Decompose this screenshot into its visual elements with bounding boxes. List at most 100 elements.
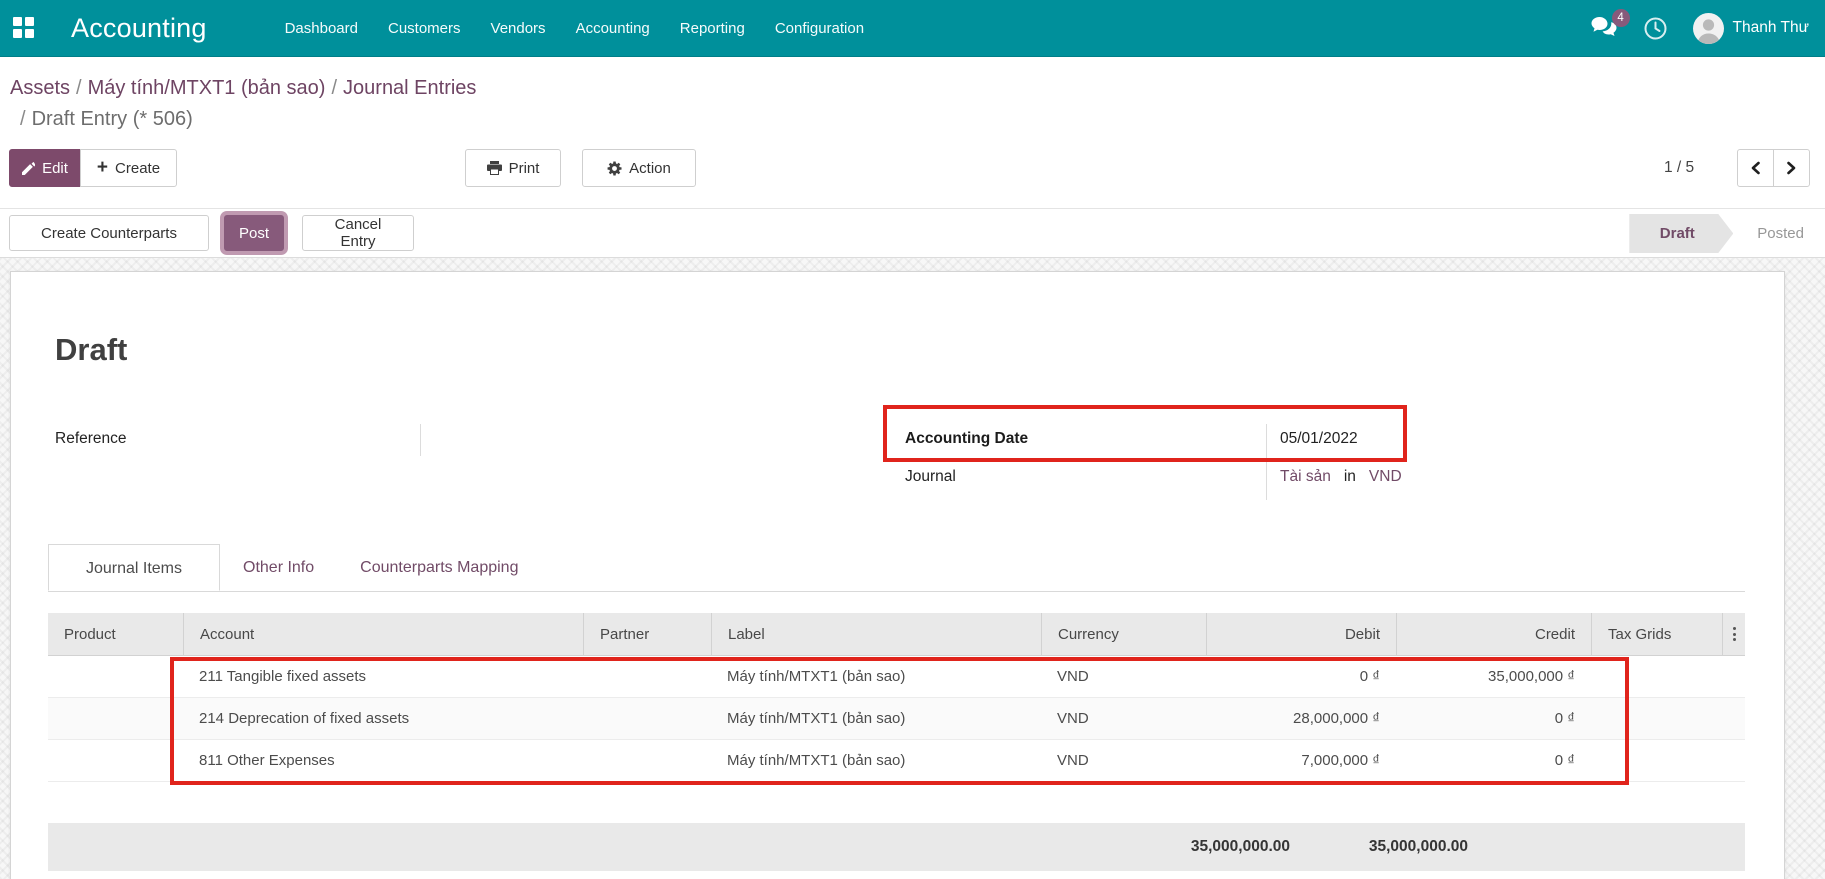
- cell-tax-grids: [1591, 740, 1722, 781]
- cell-account: 214 Deprecation of fixed assets: [183, 698, 583, 739]
- notebook-tabs: Journal Items Other Info Counterparts Ma…: [48, 544, 1745, 592]
- tab-counterparts-mapping[interactable]: Counterparts Mapping: [337, 544, 541, 591]
- tab-other-info[interactable]: Other Info: [220, 544, 337, 591]
- pager-previous-button[interactable]: [1737, 149, 1774, 187]
- printer-icon: [487, 161, 502, 175]
- field-column-separator: [1266, 424, 1267, 500]
- column-header-currency[interactable]: Currency: [1041, 613, 1206, 655]
- journal-currency-link[interactable]: VND: [1369, 468, 1402, 485]
- post-button[interactable]: Post: [224, 215, 284, 251]
- column-header-tax-grids[interactable]: Tax Grids: [1591, 613, 1722, 655]
- chevron-right-icon: [1786, 161, 1797, 175]
- topbar-right: 4 Thanh Thư: [1591, 13, 1809, 44]
- totals-row: 35,000,000.00 35,000,000.00: [48, 823, 1745, 871]
- pager-buttons: [1737, 149, 1810, 187]
- table-row[interactable]: 211 Tangible fixed assets Máy tính/MTXT1…: [48, 656, 1745, 698]
- state-posted[interactable]: Posted: [1733, 225, 1810, 242]
- cell-debit: 28,000,000 ₫: [1206, 698, 1396, 739]
- menu-customers[interactable]: Customers: [388, 0, 461, 57]
- menu-dashboard[interactable]: Dashboard: [285, 0, 358, 57]
- plus-icon: +: [97, 158, 108, 177]
- reference-field-separator: [420, 424, 421, 456]
- activities-clock-icon[interactable]: [1644, 17, 1667, 40]
- cell-debit: 0 ₫: [1206, 656, 1396, 697]
- menu-reporting[interactable]: Reporting: [680, 0, 745, 57]
- edit-button[interactable]: Edit: [9, 149, 81, 187]
- column-header-partner[interactable]: Partner: [583, 613, 711, 655]
- accounting-date-value: 05/01/2022: [1280, 430, 1358, 448]
- column-header-account[interactable]: Account: [183, 613, 583, 655]
- record-title: Draft: [55, 332, 127, 368]
- breadcrumb-line-2: /Draft Entry (* 506): [10, 104, 1825, 135]
- breadcrumb-assets[interactable]: Assets: [10, 77, 70, 99]
- journal-label: Journal: [905, 468, 956, 486]
- main-menu: Dashboard Customers Vendors Accounting R…: [285, 0, 864, 57]
- total-credit: 35,000,000.00: [1369, 823, 1468, 871]
- control-panel: Assets/Máy tính/MTXT1 (bản sao)/Journal …: [0, 57, 1825, 209]
- breadcrumb-separator: /: [14, 108, 32, 130]
- optional-columns-toggle[interactable]: [1722, 613, 1745, 655]
- form-view-background: Draft Reference Accounting Date 05/01/20…: [0, 258, 1825, 879]
- accounting-date-label: Accounting Date: [905, 430, 1028, 448]
- cell-account: 811 Other Expenses: [183, 740, 583, 781]
- menu-configuration[interactable]: Configuration: [775, 0, 864, 57]
- cell-partner: [583, 698, 711, 739]
- journal-name-link[interactable]: Tài sản: [1280, 468, 1331, 485]
- edit-create-group: Edit + Create: [9, 149, 177, 187]
- chevron-left-icon: [1750, 161, 1761, 175]
- journal-value: Tài sản in VND: [1280, 468, 1402, 486]
- user-avatar: [1693, 13, 1724, 44]
- cell-partner: [583, 740, 711, 781]
- cell-currency: VND: [1041, 698, 1206, 739]
- pager-value[interactable]: 1 / 5: [1664, 149, 1694, 187]
- menu-vendors[interactable]: Vendors: [491, 0, 546, 57]
- breadcrumb: Assets/Máy tính/MTXT1 (bản sao)/Journal …: [0, 57, 1825, 135]
- messages-count-badge: 4: [1612, 9, 1630, 27]
- cell-product: [48, 740, 183, 781]
- action-button[interactable]: Action: [582, 149, 696, 187]
- top-navbar: Accounting Dashboard Customers Vendors A…: [0, 0, 1825, 57]
- cell-label: Máy tính/MTXT1 (bản sao): [711, 698, 1041, 739]
- table-row[interactable]: 811 Other Expenses Máy tính/MTXT1 (bản s…: [48, 740, 1745, 782]
- status-pipeline: Draft Posted: [1629, 214, 1810, 253]
- state-draft[interactable]: Draft: [1629, 214, 1733, 253]
- breadcrumb-journal-entries[interactable]: Journal Entries: [343, 77, 476, 99]
- breadcrumb-current: Draft Entry (* 506): [32, 108, 193, 130]
- column-header-credit[interactable]: Credit: [1396, 613, 1591, 655]
- pager-next-button[interactable]: [1773, 149, 1810, 187]
- print-button[interactable]: Print: [465, 149, 561, 187]
- column-header-debit[interactable]: Debit: [1206, 613, 1396, 655]
- pencil-icon: [22, 162, 35, 175]
- cell-partner: [583, 656, 711, 697]
- cell-currency: VND: [1041, 656, 1206, 697]
- journal-items-table: Product Account Partner Label Currency D…: [48, 613, 1745, 871]
- vertical-dots-icon: [1733, 627, 1736, 641]
- reference-label: Reference: [55, 430, 127, 448]
- statusbar: Create Counterparts Post Cancel Entry Dr…: [0, 209, 1825, 258]
- breadcrumb-asset-record[interactable]: Máy tính/MTXT1 (bản sao): [88, 77, 326, 99]
- cell-label: Máy tính/MTXT1 (bản sao): [711, 740, 1041, 781]
- journal-in-text: in: [1344, 468, 1356, 485]
- table-row[interactable]: 214 Deprecation of fixed assets Máy tính…: [48, 698, 1745, 740]
- cell-credit: 0 ₫: [1396, 740, 1591, 781]
- create-counterparts-button[interactable]: Create Counterparts: [9, 215, 209, 251]
- column-header-product[interactable]: Product: [48, 613, 183, 655]
- cell-credit: 0 ₫: [1396, 698, 1591, 739]
- breadcrumb-separator: /: [325, 77, 343, 99]
- menu-accounting[interactable]: Accounting: [576, 0, 650, 57]
- create-button[interactable]: + Create: [80, 149, 177, 187]
- cell-product: [48, 656, 183, 697]
- user-menu[interactable]: Thanh Thư: [1693, 13, 1809, 44]
- cancel-entry-button[interactable]: Cancel Entry: [302, 215, 414, 251]
- apps-menu-icon[interactable]: [13, 17, 35, 39]
- breadcrumb-separator: /: [70, 77, 88, 99]
- cell-currency: VND: [1041, 740, 1206, 781]
- app-title[interactable]: Accounting: [71, 13, 207, 44]
- cell-debit: 7,000,000 ₫: [1206, 740, 1396, 781]
- cell-tax-grids: [1591, 698, 1722, 739]
- messages-icon[interactable]: 4: [1591, 16, 1618, 40]
- column-header-label[interactable]: Label: [711, 613, 1041, 655]
- cell-product: [48, 698, 183, 739]
- cell-credit: 35,000,000 ₫: [1396, 656, 1591, 697]
- tab-journal-items[interactable]: Journal Items: [48, 544, 220, 591]
